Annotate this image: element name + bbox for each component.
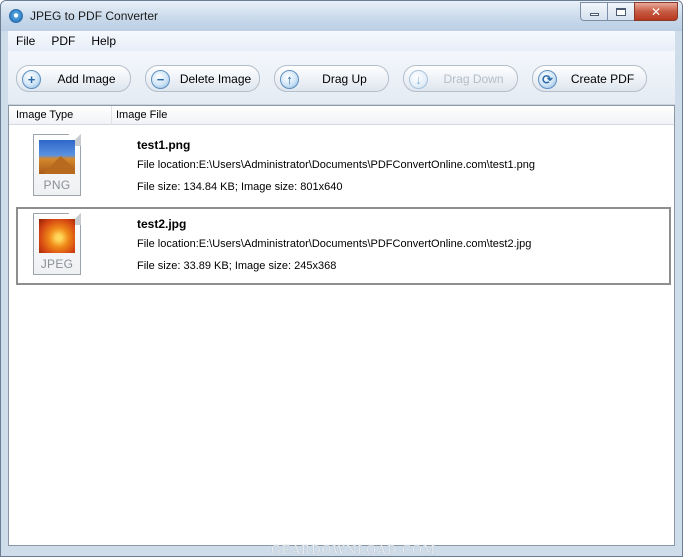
toolbar: + Add Image − Delete Image ↑ Drag Up ↓ D… — [8, 51, 675, 105]
close-button[interactable]: ✕ — [634, 2, 678, 21]
create-pdf-label: Create PDF — [570, 71, 635, 86]
png-file-icon: PNG — [33, 134, 81, 196]
drag-down-button[interactable]: ↓ Drag Down — [403, 65, 518, 92]
list-header: Image Type Image File — [9, 106, 674, 125]
flower-thumbnail-icon — [39, 219, 75, 253]
window-controls: ✕ — [580, 2, 678, 21]
file-type-label: PNG — [43, 178, 71, 192]
file-type-label: JPEG — [40, 257, 74, 271]
plus-icon: + — [22, 70, 41, 89]
create-pdf-button[interactable]: ⟳ Create PDF — [532, 65, 647, 92]
maximize-button[interactable] — [607, 2, 634, 21]
arrow-down-icon: ↓ — [409, 70, 428, 89]
column-image-file[interactable]: Image File — [116, 109, 167, 121]
window-title: JPEG to PDF Converter — [30, 9, 159, 23]
minus-icon: − — [151, 70, 170, 89]
arrow-up-icon: ↑ — [280, 70, 299, 89]
list-item-selected[interactable]: JPEG test2.jpg File location:E:\Users\Ad… — [16, 207, 671, 285]
file-name: test2.jpg — [137, 217, 187, 231]
jpeg-file-icon: JPEG — [33, 213, 81, 275]
title-bar[interactable]: JPEG to PDF Converter ✕ — [1, 1, 682, 31]
close-icon: ✕ — [650, 4, 662, 19]
drag-down-label: Drag Down — [443, 71, 504, 86]
list-item[interactable]: PNG test1.png File location:E:\Users\Adm… — [16, 128, 671, 206]
file-location: File location:E:\Users\Administrator\Doc… — [137, 159, 535, 171]
file-name: test1.png — [137, 138, 191, 152]
maximize-icon — [616, 7, 626, 16]
menu-file[interactable]: File — [8, 34, 43, 48]
delete-image-label: Delete Image — [179, 71, 252, 86]
delete-image-button[interactable]: − Delete Image — [145, 65, 260, 92]
column-image-type[interactable]: Image Type — [16, 109, 73, 121]
refresh-icon: ⟳ — [538, 70, 557, 89]
minimize-icon — [589, 13, 599, 16]
app-icon — [9, 9, 23, 23]
watermark: GEARDOWNLOAD.COM — [271, 543, 437, 557]
add-image-button[interactable]: + Add Image — [16, 65, 131, 92]
menu-pdf[interactable]: PDF — [43, 34, 83, 48]
add-image-label: Add Image — [57, 71, 116, 86]
file-location: File location:E:\Users\Administrator\Doc… — [137, 238, 532, 250]
image-list[interactable]: Image Type Image File PNG test1.png File… — [8, 105, 675, 546]
drag-up-button[interactable]: ↑ Drag Up — [274, 65, 389, 92]
menu-bar: File PDF Help — [8, 31, 675, 51]
minimize-button[interactable] — [580, 2, 607, 21]
column-divider[interactable] — [111, 106, 112, 125]
drag-up-label: Drag Up — [322, 71, 367, 86]
file-size-info: File size: 33.89 KB; Image size: 245x368 — [137, 260, 337, 272]
file-size-info: File size: 134.84 KB; Image size: 801x64… — [137, 181, 343, 193]
desert-thumbnail-icon — [39, 140, 75, 174]
app-window: JPEG to PDF Converter ✕ File PDF Help + … — [0, 0, 683, 557]
menu-help[interactable]: Help — [83, 34, 124, 48]
